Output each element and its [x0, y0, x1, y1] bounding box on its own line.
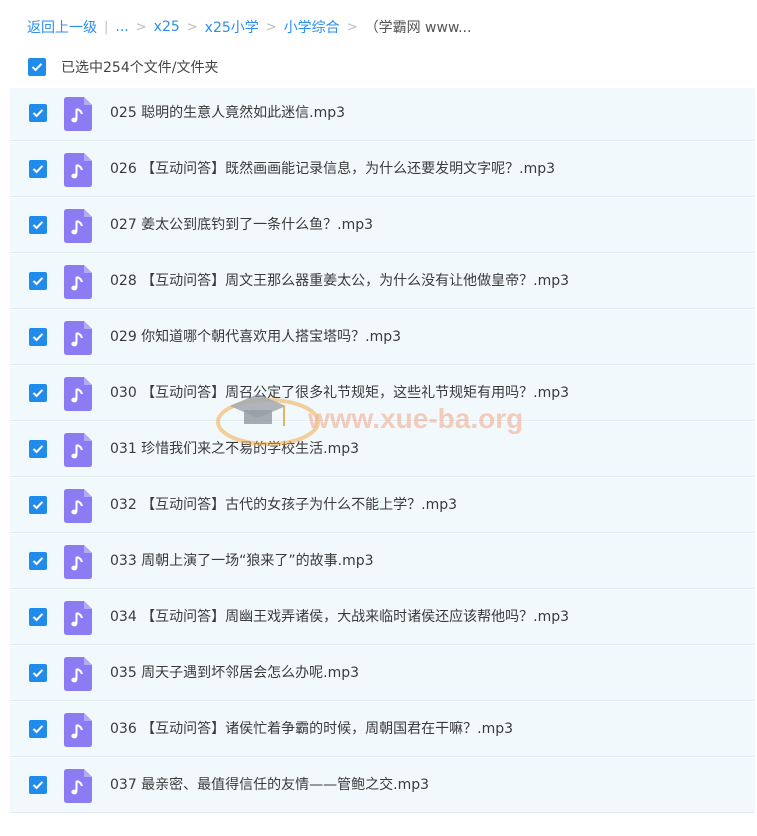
file-checkbox[interactable]: [29, 160, 47, 178]
file-checkbox[interactable]: [29, 272, 47, 290]
file-row[interactable]: 034 【互动问答】周幽王戏弄诸侯，大战来临时诸侯还应该帮他吗？.mp3: [10, 590, 755, 645]
audio-file-icon: [64, 657, 92, 691]
check-icon: [32, 613, 44, 622]
file-name[interactable]: 037 最亲密、最值得信任的友情——管鲍之交.mp3: [110, 775, 429, 795]
file-checkbox[interactable]: [29, 216, 47, 234]
audio-file-icon: [64, 601, 92, 635]
selection-bar: 已选中254个文件/文件夹: [28, 57, 218, 77]
file-checkbox[interactable]: [29, 664, 47, 682]
audio-file-icon: [64, 713, 92, 747]
file-name[interactable]: 036 【互动问答】诸侯忙着争霸的时候，周朝国君在干嘛？.mp3: [110, 719, 513, 739]
file-row[interactable]: 035 周天子遇到坏邻居会怎么办呢.mp3: [10, 646, 755, 701]
check-icon: [32, 109, 44, 118]
file-row[interactable]: 029 你知道哪个朝代喜欢用人搭宝塔吗？.mp3: [10, 310, 755, 365]
file-list: 024 【互动问答】同朝时期的服装，他的中国就的是由。mp3025 聪明的生意人…: [0, 56, 757, 836]
check-icon: [32, 669, 44, 678]
file-name[interactable]: 031 珍惜我们来之不易的学校生活.mp3: [110, 439, 359, 459]
select-all-checkbox[interactable]: [28, 58, 46, 76]
file-name[interactable]: 026 【互动问答】既然画画能记录信息，为什么还要发明文字呢？.mp3: [110, 159, 555, 179]
audio-file-icon: [64, 545, 92, 579]
file-row[interactable]: 030 【互动问答】周召公定了很多礼节规矩，这些礼节规矩有用吗？.mp3: [10, 366, 755, 421]
file-name[interactable]: 030 【互动问答】周召公定了很多礼节规矩，这些礼节规矩有用吗？.mp3: [110, 383, 569, 403]
check-icon: [32, 333, 44, 342]
file-name[interactable]: 029 你知道哪个朝代喜欢用人搭宝塔吗？.mp3: [110, 327, 401, 347]
file-row[interactable]: 026 【互动问答】既然画画能记录信息，为什么还要发明文字呢？.mp3: [10, 142, 755, 197]
file-row[interactable]: 031 珍惜我们来之不易的学校生活.mp3: [10, 422, 755, 477]
chevron-right-icon: >: [186, 19, 198, 35]
breadcrumb-ellipsis[interactable]: ...: [115, 19, 128, 35]
file-row[interactable]: 033 周朝上演了一场“狼来了”的故事.mp3: [10, 534, 755, 589]
breadcrumb: 返回上一级 | ... > x25 > x25小学 > 小学综合 > （学霸网 …: [27, 16, 471, 38]
check-icon: [32, 725, 44, 734]
file-row[interactable]: 025 聪明的生意人竟然如此迷信.mp3: [10, 86, 755, 141]
audio-file-icon: [64, 433, 92, 467]
check-icon: [32, 501, 44, 510]
audio-file-icon: [64, 769, 92, 803]
file-row[interactable]: 028 【互动问答】周文王那么器重姜太公，为什么没有让他做皇帝？.mp3: [10, 254, 755, 309]
check-icon: [32, 165, 44, 174]
file-name[interactable]: 035 周天子遇到坏邻居会怎么办呢.mp3: [110, 663, 359, 683]
selection-count: 已选中254个文件/文件夹: [61, 60, 219, 76]
breadcrumb-divider: |: [104, 19, 109, 35]
chevron-right-icon: >: [265, 19, 277, 35]
check-icon: [32, 557, 44, 566]
file-checkbox[interactable]: [29, 104, 47, 122]
top-bar: 返回上一级 | ... > x25 > x25小学 > 小学综合 > （学霸网 …: [0, 0, 757, 88]
chevron-right-icon: >: [346, 19, 358, 35]
file-name[interactable]: 028 【互动问答】周文王那么器重姜太公，为什么没有让他做皇帝？.mp3: [110, 271, 569, 291]
file-checkbox[interactable]: [29, 328, 47, 346]
file-row[interactable]: 027 姜太公到底钓到了一条什么鱼？.mp3: [10, 198, 755, 253]
file-row[interactable]: 037 最亲密、最值得信任的友情——管鲍之交.mp3: [10, 758, 755, 813]
audio-file-icon: [64, 265, 92, 299]
file-name[interactable]: 027 姜太公到底钓到了一条什么鱼？.mp3: [110, 215, 373, 235]
check-icon: [32, 445, 44, 454]
audio-file-icon: [64, 209, 92, 243]
file-name[interactable]: 032 【互动问答】古代的女孩子为什么不能上学？.mp3: [110, 495, 457, 515]
file-checkbox[interactable]: [29, 440, 47, 458]
breadcrumb-current: （学霸网 www...: [364, 20, 472, 36]
file-row[interactable]: 036 【互动问答】诸侯忙着争霸的时候，周朝国君在干嘛？.mp3: [10, 702, 755, 757]
check-icon: [32, 781, 44, 790]
audio-file-icon: [64, 489, 92, 523]
file-checkbox[interactable]: [29, 552, 47, 570]
file-name[interactable]: 033 周朝上演了一场“狼来了”的故事.mp3: [110, 551, 374, 571]
file-row[interactable]: 032 【互动问答】古代的女孩子为什么不能上学？.mp3: [10, 478, 755, 533]
breadcrumb-item-x25[interactable]: x25: [154, 19, 180, 35]
audio-file-icon: [64, 97, 92, 131]
check-icon: [32, 221, 44, 230]
check-icon: [32, 389, 44, 398]
audio-file-icon: [64, 321, 92, 355]
file-checkbox[interactable]: [29, 720, 47, 738]
file-checkbox[interactable]: [29, 496, 47, 514]
breadcrumb-item-general[interactable]: 小学综合: [284, 17, 340, 37]
check-icon: [31, 63, 43, 72]
check-icon: [32, 277, 44, 286]
file-checkbox[interactable]: [29, 384, 47, 402]
chevron-right-icon: >: [135, 19, 147, 35]
file-name[interactable]: 034 【互动问答】周幽王戏弄诸侯，大战来临时诸侯还应该帮他吗？.mp3: [110, 607, 569, 627]
breadcrumb-item-x25-primary[interactable]: x25小学: [205, 17, 259, 37]
audio-file-icon: [64, 377, 92, 411]
file-checkbox[interactable]: [29, 776, 47, 794]
file-name[interactable]: 025 聪明的生意人竟然如此迷信.mp3: [110, 103, 345, 123]
audio-file-icon: [64, 153, 92, 187]
back-link[interactable]: 返回上一级: [27, 17, 97, 37]
file-checkbox[interactable]: [29, 608, 47, 626]
